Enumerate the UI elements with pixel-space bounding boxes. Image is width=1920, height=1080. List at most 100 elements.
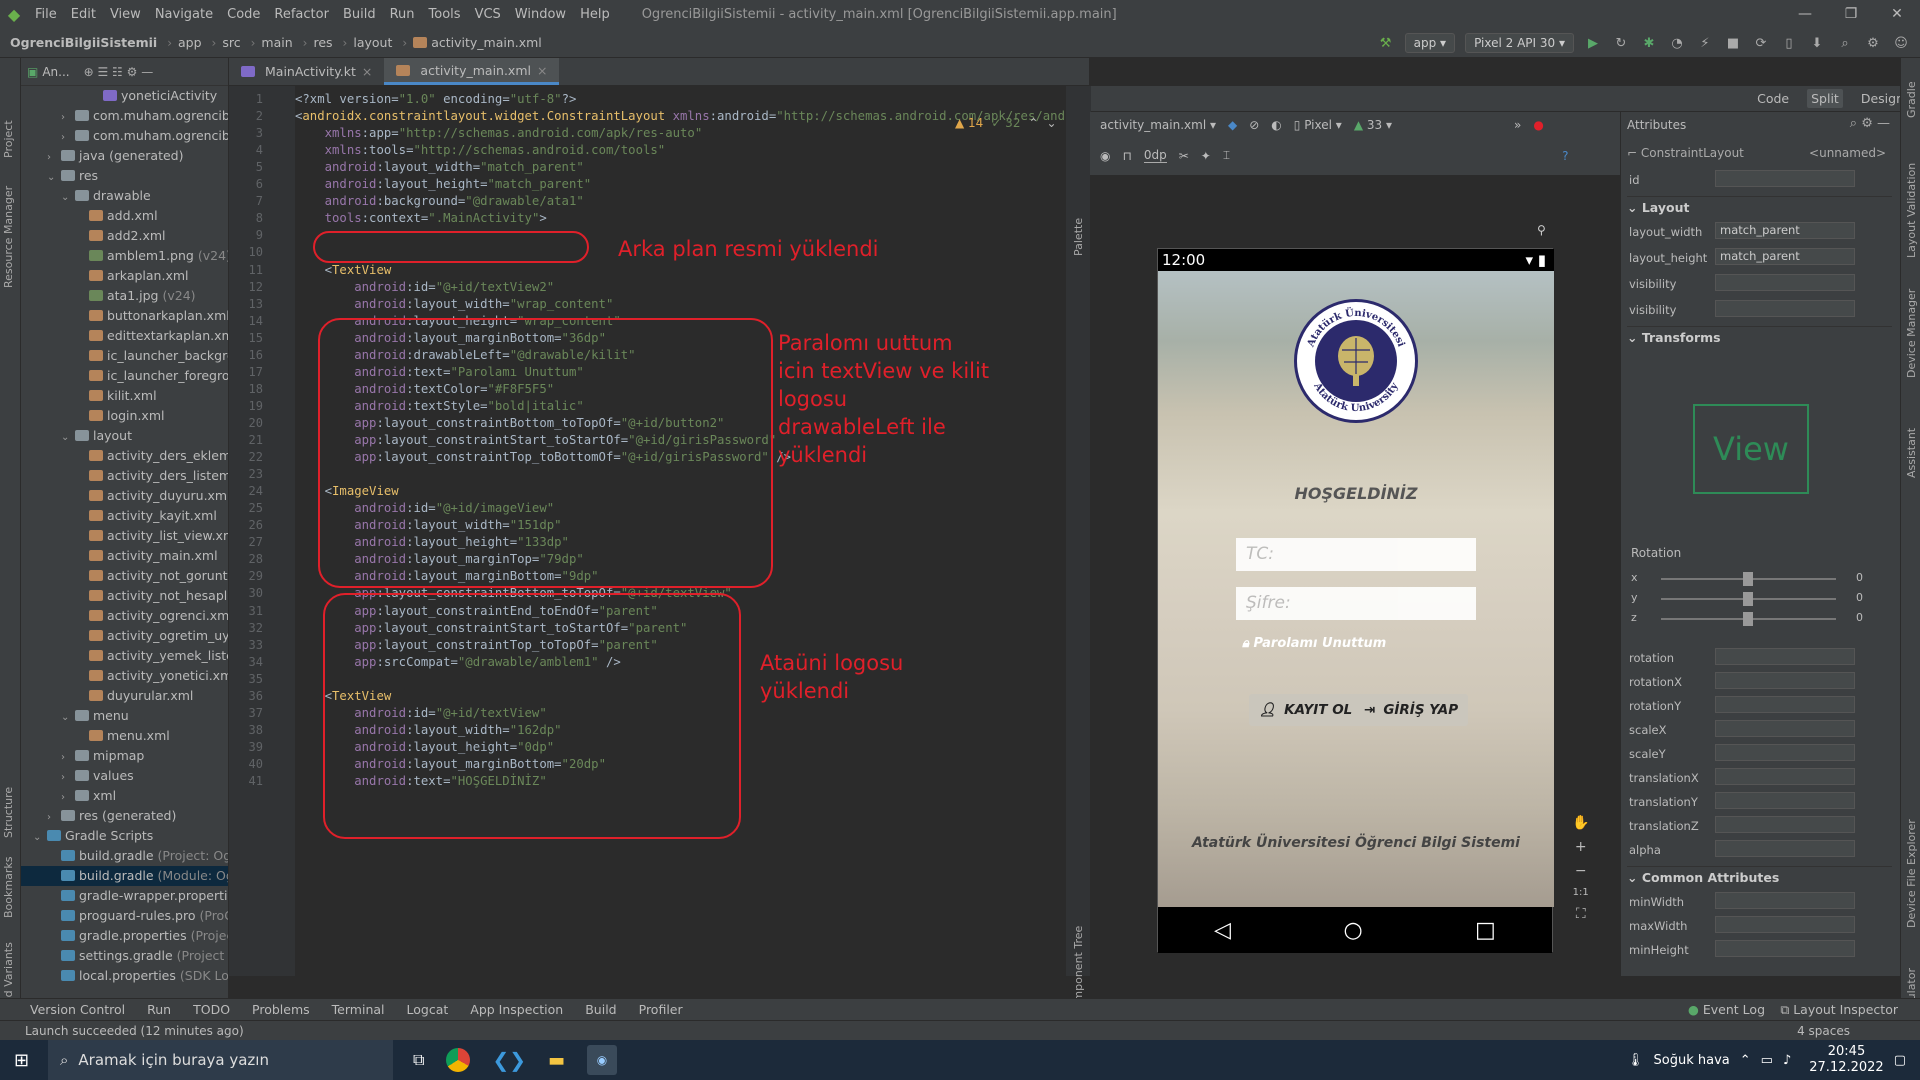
- slider-thumb[interactable]: [1743, 592, 1753, 606]
- search-icon[interactable]: ⌕: [1836, 34, 1854, 52]
- taskbar-search[interactable]: ⌕ Aramak için buraya yazın: [48, 1040, 393, 1080]
- blueprint-icon[interactable]: ⊘: [1249, 118, 1259, 132]
- attr-field[interactable]: [1715, 672, 1855, 689]
- close-tab-icon[interactable]: ×: [537, 57, 547, 84]
- attr-field[interactable]: [1715, 940, 1855, 957]
- structure-tab[interactable]: Structure: [2, 787, 15, 838]
- tree-item[interactable]: activity_yemek_listesi.xml: [21, 646, 228, 666]
- tree-item[interactable]: activity_yonetici.xml: [21, 666, 228, 686]
- chevron-down-icon[interactable]: ⌄: [1047, 116, 1057, 130]
- tree-item[interactable]: activity_ogrenci.xml: [21, 606, 228, 626]
- layout-file-select[interactable]: activity_main.xml ▾: [1100, 118, 1216, 132]
- gear-icon[interactable]: ⚙: [1861, 116, 1873, 131]
- inspection-widget[interactable]: ▲ 14 ✓ 32 ⌃ ⌄: [955, 116, 1057, 130]
- attr-field[interactable]: [1715, 916, 1855, 933]
- assistant-tab[interactable]: Assistant: [1905, 428, 1918, 478]
- register-button[interactable]: 👤︎ KAYIT OL: [1249, 694, 1363, 726]
- expand-toggle-icon[interactable]: ›: [61, 128, 75, 148]
- breadcrumb-main[interactable]: main: [261, 35, 292, 50]
- layout-height-select[interactable]: match_parent: [1715, 248, 1855, 265]
- error-icon[interactable]: ●: [1533, 118, 1543, 132]
- notification-icon[interactable]: ▢: [1894, 1053, 1906, 1068]
- layout-width-select[interactable]: match_parent: [1715, 222, 1855, 239]
- hammer-icon[interactable]: ⚒: [1377, 34, 1395, 52]
- tree-item[interactable]: activity_not_hesaplama.xr: [21, 586, 228, 606]
- tree-item[interactable]: menu.xml: [21, 726, 228, 746]
- tree-item[interactable]: login.xml: [21, 406, 228, 426]
- tree-item[interactable]: activity_kayit.xml: [21, 506, 228, 526]
- attr-field[interactable]: [1715, 840, 1855, 857]
- visibility-select[interactable]: [1715, 274, 1855, 291]
- android-studio-task-icon[interactable]: ◉: [586, 1045, 617, 1075]
- slider-thumb[interactable]: [1743, 572, 1753, 586]
- rotation-slider-x[interactable]: x0: [1631, 570, 1891, 588]
- tree-item[interactable]: arkaplan.xml: [21, 266, 228, 286]
- clock[interactable]: 20:45 27.12.2022: [1809, 1044, 1883, 1076]
- zoom-in-icon[interactable]: +: [1575, 839, 1587, 855]
- menu-tools[interactable]: Tools: [422, 7, 468, 22]
- tree-item[interactable]: proguard-rules.pro(ProGuard Ru: [21, 906, 228, 926]
- expand-toggle-icon[interactable]: ⌄: [61, 708, 75, 728]
- tree-item[interactable]: settings.gradle(Project Settings): [21, 946, 228, 966]
- home-icon[interactable]: ○: [1343, 918, 1362, 943]
- todo-tab[interactable]: TODO: [193, 1002, 230, 1017]
- tc-input[interactable]: TC:: [1236, 538, 1476, 571]
- close-icon[interactable]: ✕: [1874, 0, 1920, 28]
- close-tab-icon[interactable]: ×: [362, 58, 372, 85]
- zoom-fit-icon[interactable]: ⛶: [1576, 906, 1586, 922]
- palette-tab[interactable]: Palette: [1072, 218, 1085, 256]
- tree-item[interactable]: ⌄ drawable: [21, 186, 228, 206]
- tree-item[interactable]: add2.xml: [21, 226, 228, 246]
- forgot-password-link[interactable]: 🔒︎ Parolamı Unuttum: [1242, 636, 1386, 651]
- menu-vcs[interactable]: VCS: [468, 7, 508, 22]
- tree-item[interactable]: activity_duyuru.xml: [21, 486, 228, 506]
- tree-item[interactable]: ⌄ Gradle Scripts: [21, 826, 228, 846]
- attr-field[interactable]: [1715, 892, 1855, 909]
- chevron-up-icon[interactable]: ⌃: [1028, 116, 1038, 130]
- menu-edit[interactable]: Edit: [64, 7, 103, 22]
- indent-setting[interactable]: 4 spaces: [1797, 1024, 1850, 1038]
- restore-icon[interactable]: ❐: [1828, 0, 1874, 28]
- tree-item[interactable]: kilit.xml: [21, 386, 228, 406]
- code-mode-button[interactable]: Code: [1753, 89, 1793, 108]
- attr-field[interactable]: [1715, 744, 1855, 761]
- back-icon[interactable]: ◁: [1214, 918, 1231, 943]
- tools-visibility-select[interactable]: [1715, 300, 1855, 317]
- windows-start-icon[interactable]: ⊞: [14, 1050, 29, 1071]
- sync-icon[interactable]: ⟳: [1752, 34, 1770, 52]
- breadcrumb-file[interactable]: activity_main.xml: [431, 35, 542, 50]
- attr-field[interactable]: [1715, 816, 1855, 833]
- expand-toggle-icon[interactable]: ⌄: [47, 168, 61, 188]
- gradle-tab[interactable]: Gradle: [1905, 81, 1918, 118]
- zoom-actual-icon[interactable]: 1:1: [1573, 887, 1589, 898]
- tree-item[interactable]: local.properties(SDK Location): [21, 966, 228, 986]
- chrome-icon[interactable]: [446, 1048, 471, 1072]
- device-manager-icon[interactable]: ▯: [1780, 34, 1798, 52]
- run-config-select[interactable]: app ▾: [1404, 33, 1456, 53]
- network-icon[interactable]: ▭: [1761, 1053, 1773, 1068]
- breadcrumb-res[interactable]: res: [313, 35, 332, 50]
- project-view-select[interactable]: An...: [42, 65, 69, 79]
- id-field[interactable]: [1715, 170, 1855, 187]
- weather-icon[interactable]: 🌡︎: [1627, 1053, 1644, 1068]
- password-input[interactable]: Şifre:: [1236, 587, 1476, 620]
- tree-item[interactable]: ata1.jpg (v24): [21, 286, 228, 306]
- weather-text[interactable]: Soğuk hava: [1654, 1053, 1730, 1068]
- rotation-slider-z[interactable]: z0: [1631, 610, 1891, 628]
- attr-field[interactable]: [1715, 696, 1855, 713]
- search-icon[interactable]: ⌕: [1850, 116, 1857, 131]
- slider-thumb[interactable]: [1743, 612, 1753, 626]
- expand-toggle-icon[interactable]: ⌄: [33, 828, 47, 848]
- expand-icon[interactable]: »: [1514, 118, 1521, 132]
- device-select-design[interactable]: ▯ Pixel ▾: [1294, 118, 1342, 132]
- rerun-icon[interactable]: ↻: [1612, 34, 1630, 52]
- sdk-manager-icon[interactable]: ⬇: [1808, 34, 1826, 52]
- menu-help[interactable]: Help: [573, 7, 617, 22]
- terminal-tab[interactable]: Terminal: [332, 1002, 385, 1017]
- expand-toggle-icon[interactable]: ›: [61, 748, 75, 768]
- tree-item[interactable]: ⌄ layout: [21, 426, 228, 446]
- menu-file[interactable]: File: [28, 7, 64, 22]
- pan-icon[interactable]: ✋: [1572, 815, 1589, 831]
- tree-item[interactable]: › com.muham.ogrencibilgiisist: [21, 106, 228, 126]
- expand-toggle-icon[interactable]: ›: [61, 108, 75, 128]
